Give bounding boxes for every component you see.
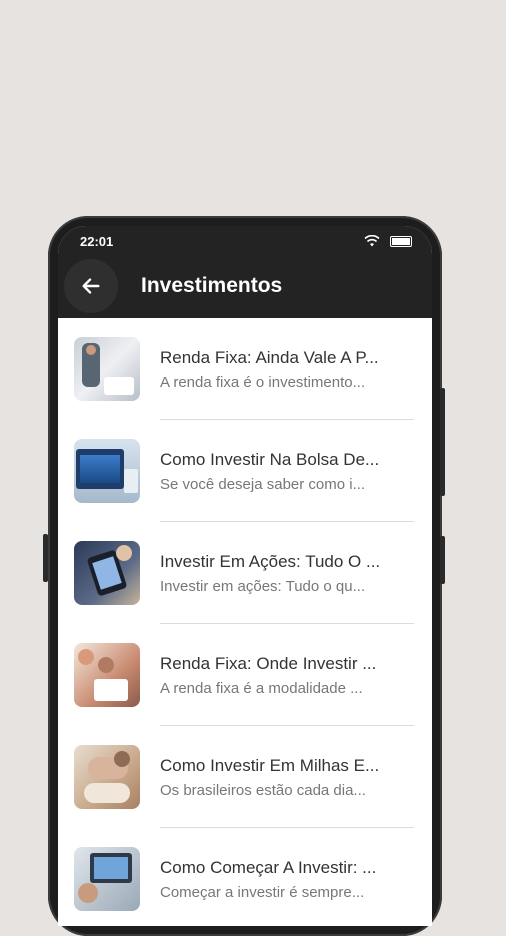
article-thumbnail — [74, 745, 140, 809]
app-bar: Investimentos — [58, 256, 432, 318]
volume-button — [440, 388, 445, 496]
wifi-icon — [364, 235, 380, 247]
article-thumbnail — [74, 439, 140, 503]
article-thumbnail — [74, 337, 140, 401]
article-thumbnail — [74, 643, 140, 707]
article-title: Como Começar A Investir: ... — [160, 857, 377, 877]
status-bar: 22:01 — [58, 226, 432, 256]
article-title: Como Investir Em Milhas E... — [160, 755, 380, 775]
list-item[interactable]: Renda Fixa: Onde Investir ... A renda fi… — [74, 624, 432, 726]
article-subtitle: A renda fixa é a modalidade ... — [160, 679, 363, 697]
article-list: Renda Fixa: Ainda Vale A P... A renda fi… — [58, 318, 432, 926]
article-subtitle: A renda fixa é o investimento... — [160, 373, 366, 391]
list-item[interactable]: Investir Em Ações: Tudo O ... Investir e… — [74, 522, 432, 624]
article-thumbnail — [74, 847, 140, 911]
arrow-left-icon — [82, 278, 100, 294]
article-title: Investir Em Ações: Tudo O ... — [160, 551, 381, 571]
article-title: Renda Fixa: Onde Investir ... — [160, 653, 377, 673]
power-button — [440, 536, 445, 584]
article-title: Renda Fixa: Ainda Vale A P... — [160, 347, 379, 367]
article-subtitle: Os brasileiros estão cada dia... — [160, 781, 366, 799]
article-subtitle: Começar a investir é sempre... — [160, 883, 365, 901]
list-item[interactable]: Como Começar A Investir: ... Começar a i… — [74, 828, 432, 926]
article-subtitle: Investir em ações: Tudo o qu... — [160, 577, 366, 595]
page-title: Investimentos — [141, 274, 283, 297]
article-title: Como Investir Na Bolsa De... — [160, 449, 380, 469]
back-button[interactable] — [64, 259, 118, 313]
list-item[interactable]: Renda Fixa: Ainda Vale A P... A renda fi… — [74, 318, 432, 420]
article-subtitle: Se você deseja saber como i... — [160, 475, 366, 493]
list-item[interactable]: Como Investir Na Bolsa De... Se você des… — [74, 420, 432, 522]
side-button — [43, 534, 48, 582]
battery-icon — [390, 235, 412, 247]
status-icons — [364, 235, 412, 247]
status-time: 22:01 — [80, 233, 114, 249]
article-thumbnail — [74, 541, 140, 605]
list-item[interactable]: Como Investir Em Milhas E... Os brasilei… — [74, 726, 432, 828]
phone-screen: 22:01 Investimentos Renda Fixa: Ainda Va… — [58, 226, 432, 926]
